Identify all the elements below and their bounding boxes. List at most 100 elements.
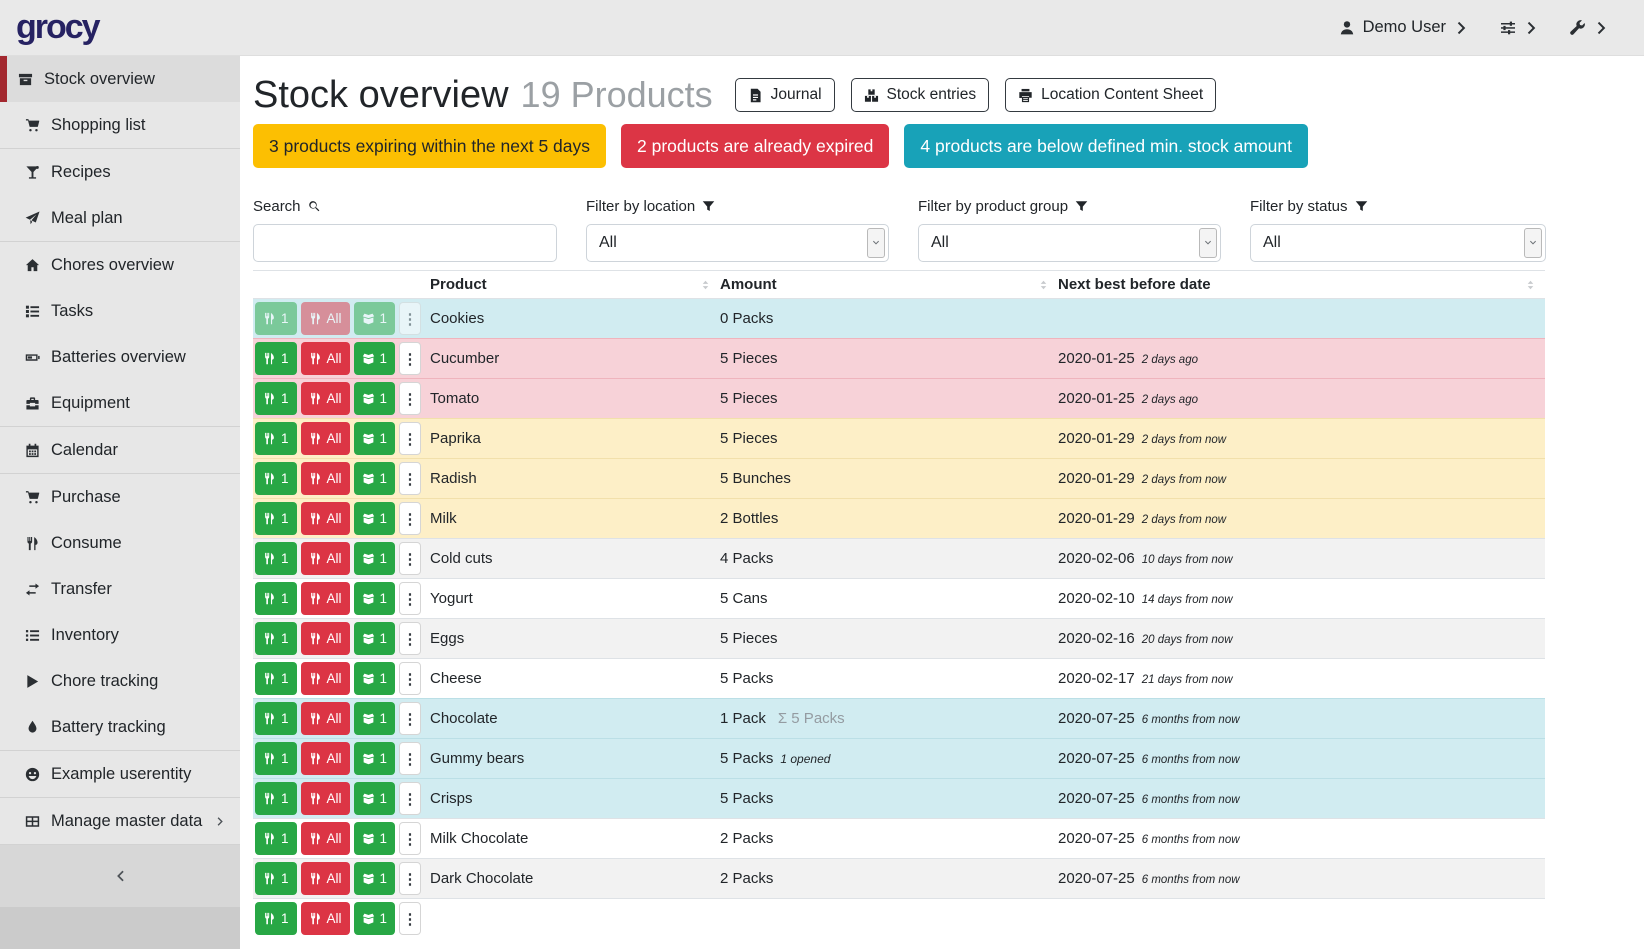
expiring-soon-alert[interactable]: 3 products expiring within the next 5 da… [253,124,606,168]
sidebar-item-consume[interactable]: Consume [0,520,240,566]
sidebar-item-equipment[interactable]: Equipment [0,380,240,426]
sidebar-item-shopping-list[interactable]: Shopping list [0,102,240,148]
stock-entries-button[interactable]: Stock entries [851,78,990,112]
consume-one-button[interactable]: 1 [255,782,297,815]
open-one-button[interactable]: 1 [354,862,396,895]
sidebar-item-manage-master-data[interactable]: Manage master data [0,798,240,844]
open-one-button[interactable]: 1 [354,662,396,695]
row-more-button[interactable]: ⋮ [399,902,421,935]
consume-all-button[interactable]: All [301,502,350,535]
sidebar-item-calendar[interactable]: Calendar [0,427,240,473]
consume-all-button[interactable]: All [301,702,350,735]
consume-one-button[interactable]: 1 [255,862,297,895]
row-more-button[interactable]: ⋮ [399,342,421,375]
consume-all-button[interactable]: All [301,742,350,775]
consume-one-button[interactable]: 1 [255,342,297,375]
journal-button[interactable]: Journal [735,78,835,112]
row-more-button[interactable]: ⋮ [399,662,421,695]
sidebar-item-tasks[interactable]: Tasks [0,288,240,334]
consume-all-button[interactable]: All [301,902,350,935]
row-more-button[interactable]: ⋮ [399,302,421,335]
user-menu[interactable]: Demo User [1339,18,1470,37]
consume-one-button[interactable]: 1 [255,742,297,775]
open-one-button[interactable]: 1 [354,422,396,455]
sidebar-item-inventory[interactable]: Inventory [0,612,240,658]
consume-all-button[interactable]: All [301,582,350,615]
row-more-button[interactable]: ⋮ [399,462,421,495]
open-one-button[interactable]: 1 [354,822,396,855]
consume-all-button[interactable]: All [301,382,350,415]
consume-one-button[interactable]: 1 [255,662,297,695]
consume-all-button[interactable]: All [301,622,350,655]
consume-all-button[interactable]: All [301,422,350,455]
row-more-button[interactable]: ⋮ [399,542,421,575]
product-column-header[interactable]: Product [430,271,720,299]
below-min-stock-alert[interactable]: 4 products are below defined min. stock … [904,124,1308,168]
admin-menu[interactable] [1570,20,1610,36]
sidebar-item-batteries-overview[interactable]: Batteries overview [0,334,240,380]
row-more-button[interactable]: ⋮ [399,422,421,455]
open-one-button[interactable]: 1 [354,382,396,415]
sidebar-item-battery-tracking[interactable]: Battery tracking [0,704,240,750]
consume-one-button[interactable]: 1 [255,382,297,415]
open-one-button[interactable]: 1 [354,742,396,775]
row-more-button[interactable]: ⋮ [399,502,421,535]
sidebar-item-chore-tracking[interactable]: Chore tracking [0,658,240,704]
row-more-button[interactable]: ⋮ [399,382,421,415]
row-more-button[interactable]: ⋮ [399,862,421,895]
brand-logo[interactable]: grocy [16,8,99,47]
consume-one-button[interactable]: 1 [255,702,297,735]
open-one-button[interactable]: 1 [354,902,396,935]
sidebar-item-purchase[interactable]: Purchase [0,474,240,520]
location-filter-select[interactable]: All [586,224,889,262]
consume-all-button[interactable]: All [301,302,350,335]
consume-all-button[interactable]: All [301,862,350,895]
collapse-sidebar-button[interactable] [0,845,240,907]
sidebar-item-recipes[interactable]: Recipes [0,149,240,195]
open-one-button[interactable]: 1 [354,302,396,335]
consume-one-button[interactable]: 1 [255,422,297,455]
consume-one-button[interactable]: 1 [255,542,297,575]
product-group-filter-select[interactable]: All [918,224,1221,262]
consume-all-button[interactable]: All [301,822,350,855]
row-more-button[interactable]: ⋮ [399,582,421,615]
consume-one-button[interactable]: 1 [255,822,297,855]
open-one-button[interactable]: 1 [354,462,396,495]
consume-all-button[interactable]: All [301,342,350,375]
row-more-button[interactable]: ⋮ [399,822,421,855]
consume-one-button[interactable]: 1 [255,302,297,335]
sidebar-item-chores-overview[interactable]: Chores overview [0,242,240,288]
expired-alert[interactable]: 2 products are already expired [621,124,889,168]
sidebar-item-meal-plan[interactable]: Meal plan [0,195,240,241]
open-one-button[interactable]: 1 [354,702,396,735]
product-name: Radish [430,470,477,487]
consume-one-button[interactable]: 1 [255,902,297,935]
consume-one-button[interactable]: 1 [255,582,297,615]
open-one-button[interactable]: 1 [354,342,396,375]
open-one-button[interactable]: 1 [354,622,396,655]
consume-all-button[interactable]: All [301,462,350,495]
row-more-button[interactable]: ⋮ [399,622,421,655]
sidebar-item-stock-overview[interactable]: Stock overview [0,56,240,102]
consume-all-button[interactable]: All [301,542,350,575]
sidebar-item-example-userentity[interactable]: Example userentity [0,751,240,797]
status-filter-select[interactable]: All [1250,224,1546,262]
search-input[interactable] [253,224,557,262]
amount-column-header[interactable]: Amount [720,271,1058,299]
open-one-button[interactable]: 1 [354,502,396,535]
sidebar-item-transfer[interactable]: Transfer [0,566,240,612]
row-more-button[interactable]: ⋮ [399,782,421,815]
location-content-sheet-button[interactable]: Location Content Sheet [1005,78,1216,112]
open-one-button[interactable]: 1 [354,582,396,615]
consume-all-button[interactable]: All [301,662,350,695]
consume-one-button[interactable]: 1 [255,502,297,535]
row-more-button[interactable]: ⋮ [399,702,421,735]
open-one-button[interactable]: 1 [354,542,396,575]
settings-menu[interactable] [1500,20,1540,36]
best-before-column-header[interactable]: Next best before date [1058,271,1545,299]
consume-one-button[interactable]: 1 [255,622,297,655]
row-more-button[interactable]: ⋮ [399,742,421,775]
consume-one-button[interactable]: 1 [255,462,297,495]
open-one-button[interactable]: 1 [354,782,396,815]
consume-all-button[interactable]: All [301,782,350,815]
